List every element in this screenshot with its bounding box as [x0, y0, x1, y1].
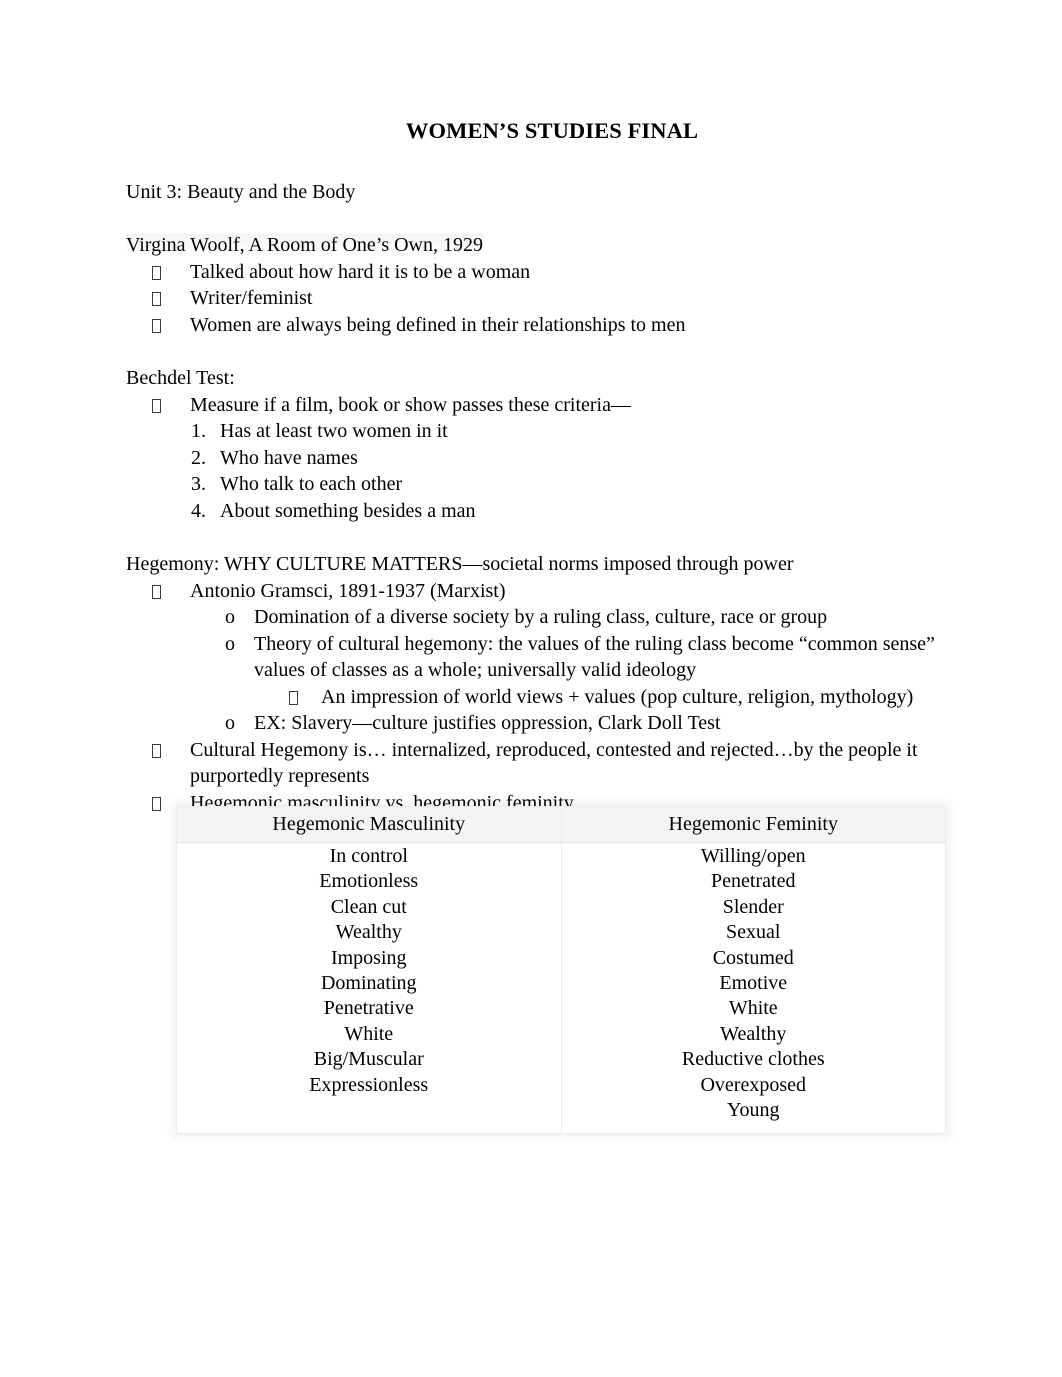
- list-item: White: [728, 997, 778, 1020]
- list-item: Women are always being defined in their …: [126, 312, 946, 339]
- list-item-label: Theory of cultural hegemony: the values …: [254, 632, 940, 682]
- hegemony-comparison-table-wrapper: Hegemonic Masculinity Hegemonic Feminity…: [176, 806, 946, 1135]
- document-page: WOMEN’S STUDIES FINAL Unit 3: Beauty and…: [0, 0, 1062, 1377]
- list-item-label: An impression of world views + values (p…: [321, 685, 914, 708]
- list-item: 3. Who talk to each other: [126, 471, 946, 498]
- list-item: Expressionless: [309, 1073, 429, 1096]
- list-item: Wealthy: [720, 1022, 787, 1045]
- list-item: 1. Has at least two women in it: [126, 418, 946, 445]
- list-item: 2. Who have names: [126, 445, 946, 472]
- list-item-label: About something besides a man: [220, 499, 476, 522]
- bullet-box-icon: [152, 312, 190, 339]
- list-item-label: Who talk to each other: [220, 473, 403, 496]
- bullet-box-icon: [152, 578, 190, 605]
- list-item: White: [344, 1022, 394, 1045]
- list-item-label: Who have names: [220, 446, 358, 469]
- list-item-label: Has at least two women in it: [220, 420, 448, 443]
- list-number: 3.: [191, 473, 206, 496]
- bullet-box-icon: [152, 259, 190, 286]
- table-row: In control Emotionless Clean cut Wealthy…: [176, 841, 946, 1135]
- list-item: o Theory of cultural hegemony: the value…: [126, 631, 946, 684]
- table-header-cell-masculinity: Hegemonic Masculinity: [176, 806, 562, 843]
- list-item-label: Writer/feminist: [190, 287, 313, 310]
- table-cell-masculinity-list: In control Emotionless Clean cut Wealthy…: [176, 841, 562, 1135]
- list-item: Imposing: [330, 946, 407, 969]
- list-item: Cultural Hegemony is… internalized, repr…: [126, 737, 946, 790]
- list-item-label: Talked about how hard it is to be a woma…: [190, 260, 531, 283]
- list-item: o EX: Slavery—culture justifies oppressi…: [126, 710, 946, 737]
- masculinity-trait-list: In control Emotionless Clean cut Wealthy…: [177, 844, 561, 1098]
- woolf-heading-text: Virgina Woolf, A Room of One’s Own, 1929: [126, 234, 484, 257]
- circle-bullet-icon: o: [225, 606, 235, 629]
- list-item-label: EX: Slavery—culture justifies oppression…: [254, 712, 721, 735]
- masculinity-traits: In control Emotionless Clean cut Wealthy…: [177, 843, 561, 1108]
- list-item: Overexposed: [700, 1073, 807, 1096]
- hegemony-comparison-table: Hegemonic Masculinity Hegemonic Feminity…: [176, 806, 946, 1135]
- bullet-box-icon: [152, 285, 190, 312]
- list-item: Slender: [722, 895, 784, 918]
- circle-bullet-icon: o: [225, 712, 235, 735]
- list-item: Big/Muscular: [313, 1048, 424, 1071]
- list-item-label: Domination of a diverse society by a rul…: [254, 606, 828, 629]
- list-item: Clean cut: [330, 895, 407, 918]
- list-item: Penetrative: [323, 997, 414, 1020]
- circle-bullet-icon: o: [225, 632, 235, 655]
- table-header-row: Hegemonic Masculinity Hegemonic Feminity: [176, 806, 946, 843]
- list-item: Measure if a film, book or show passes t…: [126, 392, 946, 419]
- feminity-trait-list: Willing/open Penetrated Slender Sexual C…: [562, 844, 946, 1123]
- unit-heading: Unit 3: Beauty and the Body: [126, 180, 356, 203]
- list-item-label: Antonio Gramsci, 1891-1937 (Marxist): [190, 579, 506, 602]
- table-cell-feminity-list: Willing/open Penetrated Slender Sexual C…: [560, 841, 946, 1135]
- bullet-box-icon: [152, 392, 190, 419]
- list-item: Talked about how hard it is to be a woma…: [126, 259, 946, 286]
- list-item: Sexual: [726, 921, 781, 944]
- list-item-label: Measure if a film, book or show passes t…: [190, 393, 631, 416]
- list-item: Dominating: [320, 972, 417, 995]
- column-header-masculinity: Hegemonic Masculinity: [272, 813, 466, 835]
- document-body: WOMEN’S STUDIES FINAL Unit 3: Beauty and…: [126, 118, 946, 816]
- list-item: 4. About something besides a man: [126, 498, 946, 525]
- list-item: Antonio Gramsci, 1891-1937 (Marxist): [126, 578, 946, 605]
- list-item: o Domination of a diverse society by a r…: [126, 604, 946, 631]
- list-item-label: Women are always being defined in their …: [190, 313, 686, 336]
- list-item: Costumed: [712, 946, 794, 969]
- bullet-box-icon: [289, 684, 321, 711]
- list-number: 1.: [191, 420, 206, 443]
- list-item: Emotionless: [319, 870, 419, 893]
- table-header-cell-feminity: Hegemonic Feminity: [560, 806, 946, 843]
- list-item: Emotive: [719, 972, 788, 995]
- hegemony-heading: Hegemony: WHY CULTURE MATTERS—societal n…: [126, 553, 794, 576]
- list-item: Wealthy: [335, 921, 402, 944]
- list-item: Reductive clothes: [681, 1048, 825, 1071]
- list-item: Penetrated: [711, 870, 796, 893]
- list-number: 2.: [191, 446, 206, 469]
- bullet-box-icon: [152, 737, 190, 764]
- column-header-feminity: Hegemonic Feminity: [668, 813, 838, 835]
- list-item: Writer/feminist: [126, 285, 946, 312]
- page-title: WOMEN’S STUDIES FINAL: [405, 118, 699, 143]
- list-item: In control: [329, 845, 408, 867]
- feminity-traits: Willing/open Penetrated Slender Sexual C…: [562, 843, 946, 1133]
- woolf-heading: Virgina Woolf, A Room of One’s Own, 1929: [126, 232, 946, 259]
- list-number: 4.: [191, 499, 206, 522]
- bechdel-heading: Bechdel Test:: [126, 367, 235, 390]
- list-item: Young: [727, 1099, 780, 1122]
- list-item-label: Cultural Hegemony is… internalized, repr…: [190, 738, 923, 788]
- list-item: Willing/open: [700, 845, 806, 867]
- list-item: An impression of world views + values (p…: [126, 684, 946, 711]
